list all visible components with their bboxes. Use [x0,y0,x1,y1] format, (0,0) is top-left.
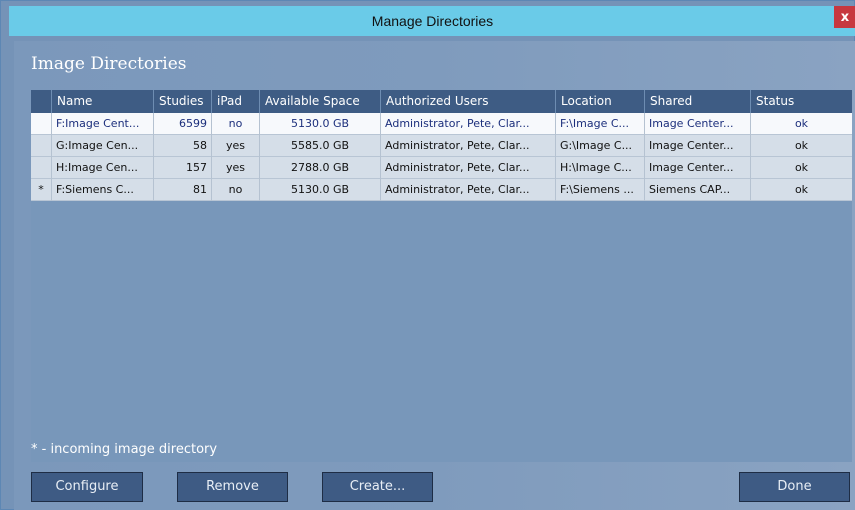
cell-status: ok [794,161,809,174]
row-marker: * [31,179,52,201]
row-marker [31,113,52,135]
panel-header: Image Directories [31,54,187,74]
cell-name: F:Siemens C... [52,179,154,201]
column-header-ipad[interactable]: iPad [212,90,260,113]
cell-ipad: no [212,113,260,135]
cell-shared: Image Center... [645,135,751,157]
cell-studies: 6599 [154,113,212,135]
table-row[interactable]: H:Image Cen... 157 yes 2788.0 GB Adminis… [31,157,852,179]
table-header: Name Studies iPad Available Space Author… [31,90,852,113]
row-marker [31,157,52,179]
cell-ipad: no [212,179,260,201]
manage-directories-window: Manage Directories x Image Directories N… [0,0,855,510]
cell-name: G:Image Cen... [52,135,154,157]
configure-button[interactable]: Configure [31,472,143,502]
table-row[interactable]: F:Image Cent... 6599 no 5130.0 GB Admini… [31,113,852,135]
cell-authorized-users: Administrator, Pete, Clar... [381,157,556,179]
directories-table: Name Studies iPad Available Space Author… [31,90,852,462]
table-row[interactable]: G:Image Cen... 58 yes 5585.0 GB Administ… [31,135,852,157]
column-header-name[interactable]: Name [52,90,154,113]
close-button[interactable]: x [834,6,855,28]
column-header-marker[interactable] [31,90,52,113]
cell-shared: Siemens CAP... [645,179,751,201]
cell-ipad: yes [212,157,260,179]
cell-authorized-users: Administrator, Pete, Clar... [381,113,556,135]
window-title: Manage Directories [371,13,494,29]
cell-authorized-users: Administrator, Pete, Clar... [381,135,556,157]
done-button[interactable]: Done [739,472,850,502]
cell-name: H:Image Cen... [52,157,154,179]
create-button[interactable]: Create... [322,472,433,502]
column-header-authorized-users[interactable]: Authorized Users [381,90,556,113]
column-header-studies[interactable]: Studies [154,90,212,113]
cell-available-space: 5130.0 GB [260,179,381,201]
cell-location: F:\Siemens ... [556,179,645,201]
cell-studies: 58 [154,135,212,157]
incoming-directory-footnote: * - incoming image directory [31,442,218,457]
cell-available-space: 5585.0 GB [260,135,381,157]
cell-status: ok [794,139,809,152]
row-marker [31,135,52,157]
cell-available-space: 5130.0 GB [260,113,381,135]
cell-name: F:Image Cent... [52,113,154,135]
cell-studies: 81 [154,179,212,201]
title-bar[interactable]: Manage Directories x [9,6,855,36]
cell-shared: Image Center... [645,113,751,135]
cell-ipad: yes [212,135,260,157]
cell-studies: 157 [154,157,212,179]
cell-location: F:\Image C... [556,113,645,135]
column-header-shared[interactable]: Shared [645,90,751,113]
column-header-location[interactable]: Location [556,90,645,113]
cell-status: ok [794,117,809,130]
cell-available-space: 2788.0 GB [260,157,381,179]
remove-button[interactable]: Remove [177,472,288,502]
cell-location: H:\Image C... [556,157,645,179]
table-row[interactable]: * F:Siemens C... 81 no 5130.0 GB Adminis… [31,179,852,201]
column-header-status[interactable]: Status [751,90,852,113]
cell-location: G:\Image C... [556,135,645,157]
cell-shared: Image Center... [645,157,751,179]
cell-authorized-users: Administrator, Pete, Clar... [381,179,556,201]
column-header-available-space[interactable]: Available Space [260,90,381,113]
cell-status: ok [794,183,809,196]
